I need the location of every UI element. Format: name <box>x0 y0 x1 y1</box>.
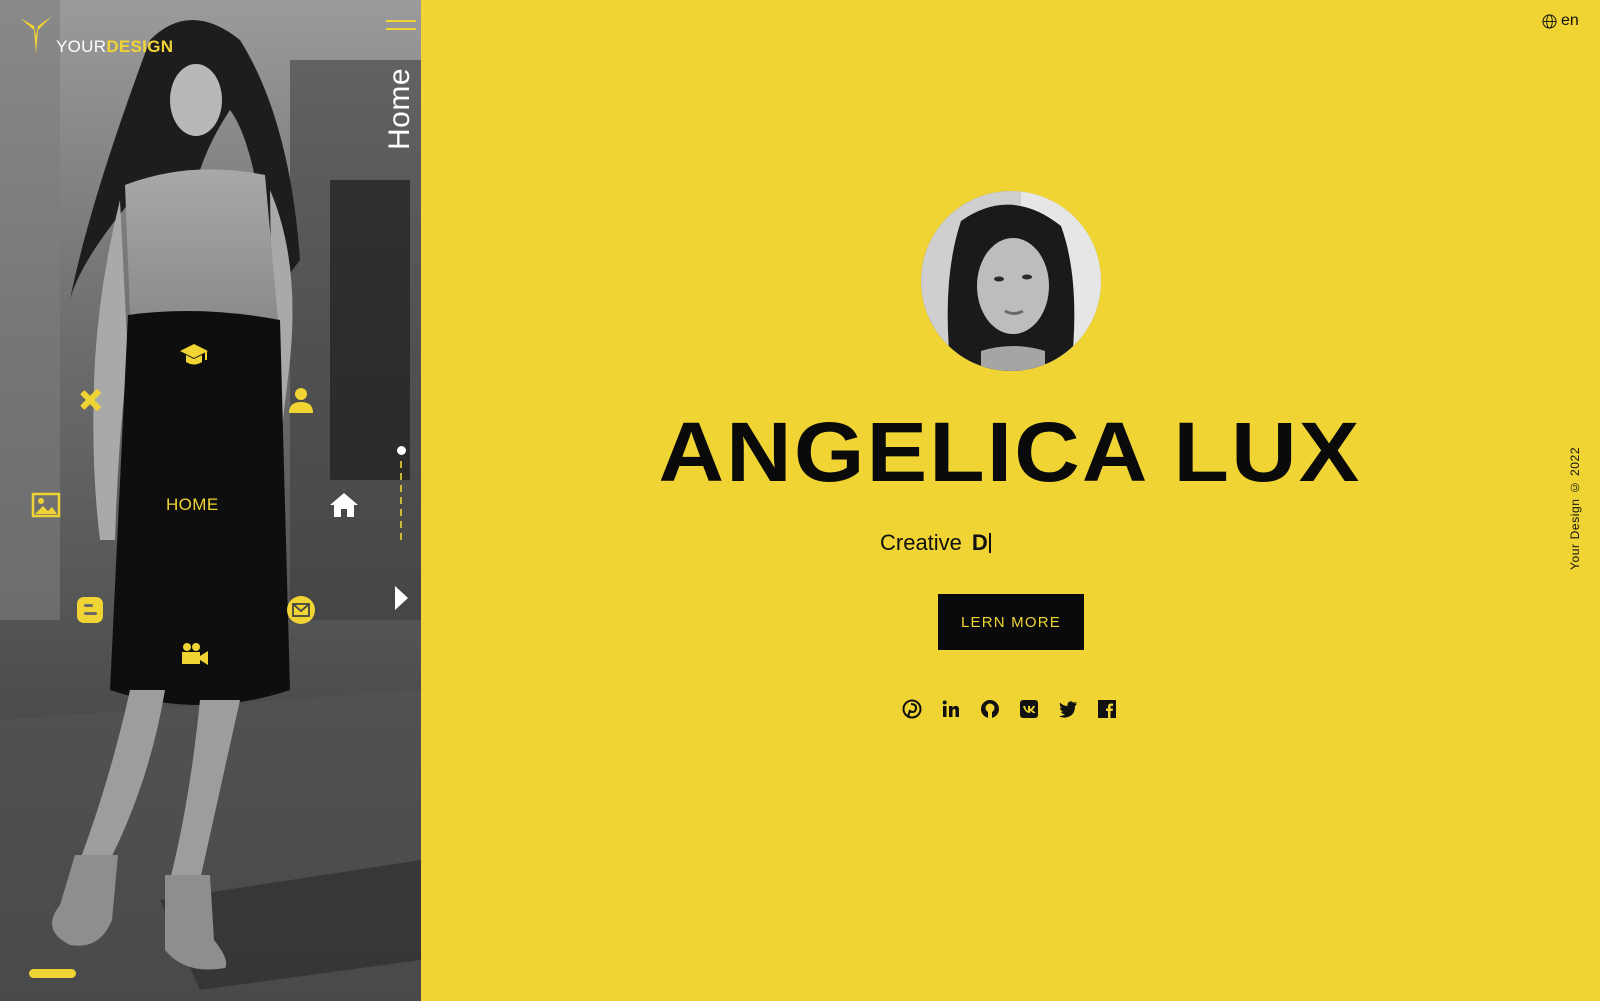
scroll-indicator <box>29 969 76 978</box>
menu-line-icon <box>386 20 416 22</box>
hero-tagline: Creative D <box>880 530 991 556</box>
linkedin-icon[interactable] <box>941 699 961 719</box>
menu-line-icon <box>386 28 416 30</box>
hero-name: ANGELICA LUX <box>658 405 1362 499</box>
github-icon[interactable] <box>980 699 1000 719</box>
dot-line[interactable] <box>400 497 402 504</box>
language-code: en <box>1561 12 1579 29</box>
language-switcher[interactable]: en <box>1542 12 1579 30</box>
dot-line[interactable] <box>400 509 402 516</box>
tools-icon[interactable] <box>73 383 107 417</box>
side-panel: YOURDESIGN Home HOME <box>0 0 421 1001</box>
learn-more-button[interactable]: LERN MORE <box>938 594 1084 650</box>
video-camera-icon[interactable] <box>177 637 211 671</box>
dot-line[interactable] <box>400 485 402 492</box>
envelope-icon[interactable] <box>284 593 318 627</box>
dot-line[interactable] <box>400 461 402 468</box>
dot-line[interactable] <box>400 533 402 540</box>
pinterest-icon[interactable] <box>902 699 922 719</box>
twitter-icon[interactable] <box>1058 699 1078 719</box>
facebook-icon[interactable] <box>1097 699 1117 719</box>
copyright-text: Your Design © 2022 <box>1568 446 1582 570</box>
typing-cursor <box>988 533 991 553</box>
tagline-static: Creative <box>880 530 962 555</box>
user-icon[interactable] <box>284 383 318 417</box>
dot-active[interactable] <box>397 446 406 455</box>
logo-mark-icon <box>20 16 52 54</box>
home-icon[interactable] <box>327 488 361 522</box>
image-icon[interactable] <box>29 488 63 522</box>
blogger-icon[interactable] <box>73 593 107 627</box>
globe-icon <box>1542 13 1557 29</box>
next-arrow-icon[interactable] <box>395 586 408 610</box>
dot-line[interactable] <box>400 521 402 528</box>
tagline-typed: D <box>971 530 988 555</box>
social-links <box>902 699 1117 719</box>
nav-home-label[interactable]: HOME <box>166 495 219 515</box>
dot-line[interactable] <box>400 473 402 480</box>
vk-icon[interactable] <box>1019 699 1039 719</box>
section-dots[interactable] <box>397 446 407 545</box>
brand-name: YOURDESIGN <box>56 37 174 56</box>
graduation-cap-icon[interactable] <box>177 338 211 372</box>
menu-toggle[interactable] <box>386 20 416 32</box>
page-label: Home <box>383 67 416 150</box>
avatar <box>921 191 1101 371</box>
brand-logo[interactable]: YOURDESIGN <box>18 14 173 56</box>
